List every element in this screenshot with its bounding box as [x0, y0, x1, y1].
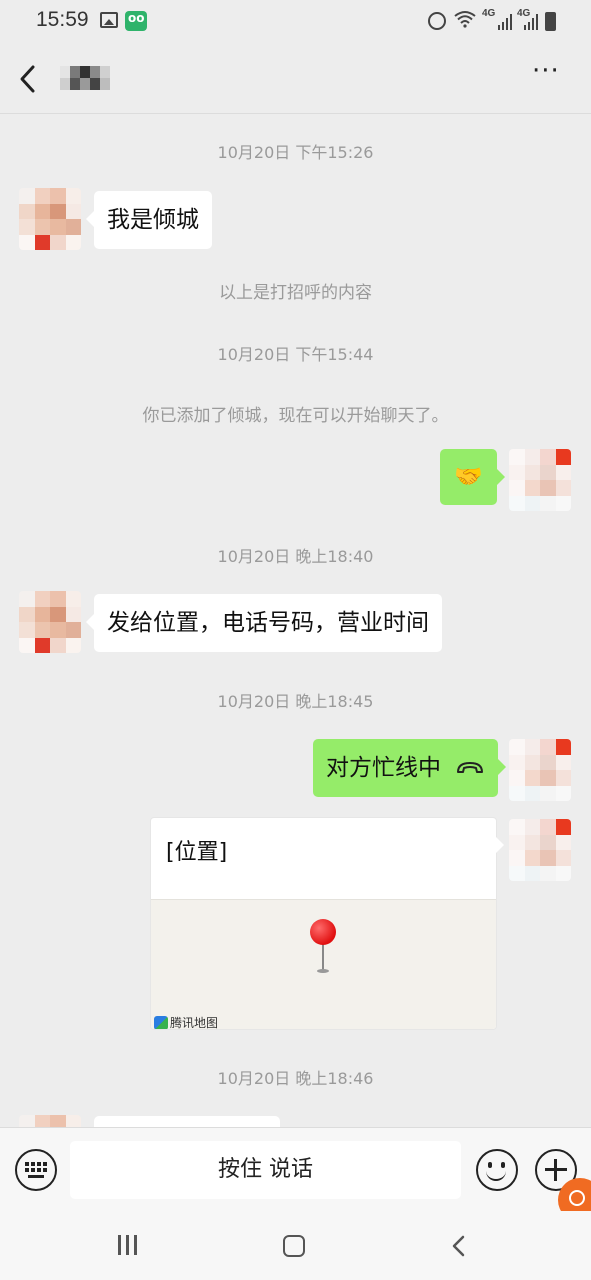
chat-message-list[interactable]: 10月20日 下午15:26 我是倾城 以上是打招呼的内容 10月20日 下午1…: [0, 115, 591, 1127]
signal-icon: [498, 14, 512, 30]
hold-to-talk-button[interactable]: 按住 说话: [70, 1141, 461, 1199]
my-avatar[interactable]: [509, 449, 571, 511]
input-bar: 按住 说话: [0, 1127, 591, 1211]
location-bubble-tail: [496, 837, 504, 853]
system-navigation-bar: [0, 1211, 591, 1280]
timestamp: 10月20日 晚上18:45: [217, 692, 374, 711]
message-bubble-partial[interactable]: [94, 1116, 280, 1127]
location-message-card[interactable]: [位置] 腾讯地图: [150, 817, 497, 1030]
network-type-1: 4G: [482, 8, 496, 19]
my-avatar[interactable]: [509, 739, 571, 801]
wifi-icon: [454, 11, 476, 28]
timestamp: 10月20日 晚上18:40: [217, 547, 374, 566]
map-provider-logo: 腾讯地图: [154, 1014, 219, 1030]
more-icon[interactable]: ···: [532, 58, 564, 92]
system-message: 以上是打招呼的内容: [219, 283, 372, 303]
alarm-icon: [428, 12, 446, 30]
status-bar: 15:59 4G 4G: [0, 0, 591, 44]
home-icon[interactable]: [283, 1235, 305, 1257]
timestamp: 10月20日 下午15:26: [217, 143, 374, 162]
call-status-text: 对方忙线中: [326, 755, 441, 781]
map-pin-stick: [322, 944, 324, 970]
contact-avatar[interactable]: [19, 591, 81, 653]
handshake-emoji: 🤝: [454, 464, 483, 490]
message-bubble-received[interactable]: 发给位置，电话号码，营业时间: [86, 594, 442, 652]
nav-back-icon[interactable]: [451, 1235, 467, 1257]
contact-name-pixelated[interactable]: [60, 66, 110, 90]
map-provider-label: 腾讯地图: [170, 1016, 219, 1030]
message-bubble-sent[interactable]: 🤝: [440, 449, 505, 505]
timestamp: 10月20日 晚上18:46: [217, 1069, 374, 1088]
timestamp: 10月20日 下午15:44: [217, 345, 374, 364]
contact-avatar[interactable]: [19, 188, 81, 250]
map-pin-base: [317, 969, 329, 973]
tencent-map-icon: [154, 1015, 168, 1029]
back-icon[interactable]: [14, 62, 44, 96]
message-bubble-received[interactable]: 我是倾城: [86, 191, 212, 249]
battery-icon: [545, 12, 556, 31]
keyboard-icon[interactable]: [15, 1149, 57, 1191]
recent-apps-icon[interactable]: [118, 1235, 140, 1255]
location-title: [位置]: [166, 840, 228, 865]
image-icon: [100, 12, 118, 28]
chat-header: ···: [0, 44, 591, 114]
signal-icon: [524, 14, 540, 30]
system-message: 你已添加了倾城，现在可以开始聊天了。: [142, 406, 449, 426]
status-time: 15:59: [36, 8, 89, 31]
emoji-icon[interactable]: [476, 1149, 518, 1191]
hangup-icon: [457, 762, 483, 773]
contact-avatar[interactable]: [19, 1115, 81, 1127]
my-avatar[interactable]: [509, 819, 571, 881]
location-map-preview[interactable]: 腾讯地图: [151, 899, 496, 1030]
map-pin-icon: [310, 919, 336, 945]
message-bubble-sent[interactable]: 对方忙线中: [313, 739, 506, 797]
app-notification-icon: [125, 11, 147, 31]
